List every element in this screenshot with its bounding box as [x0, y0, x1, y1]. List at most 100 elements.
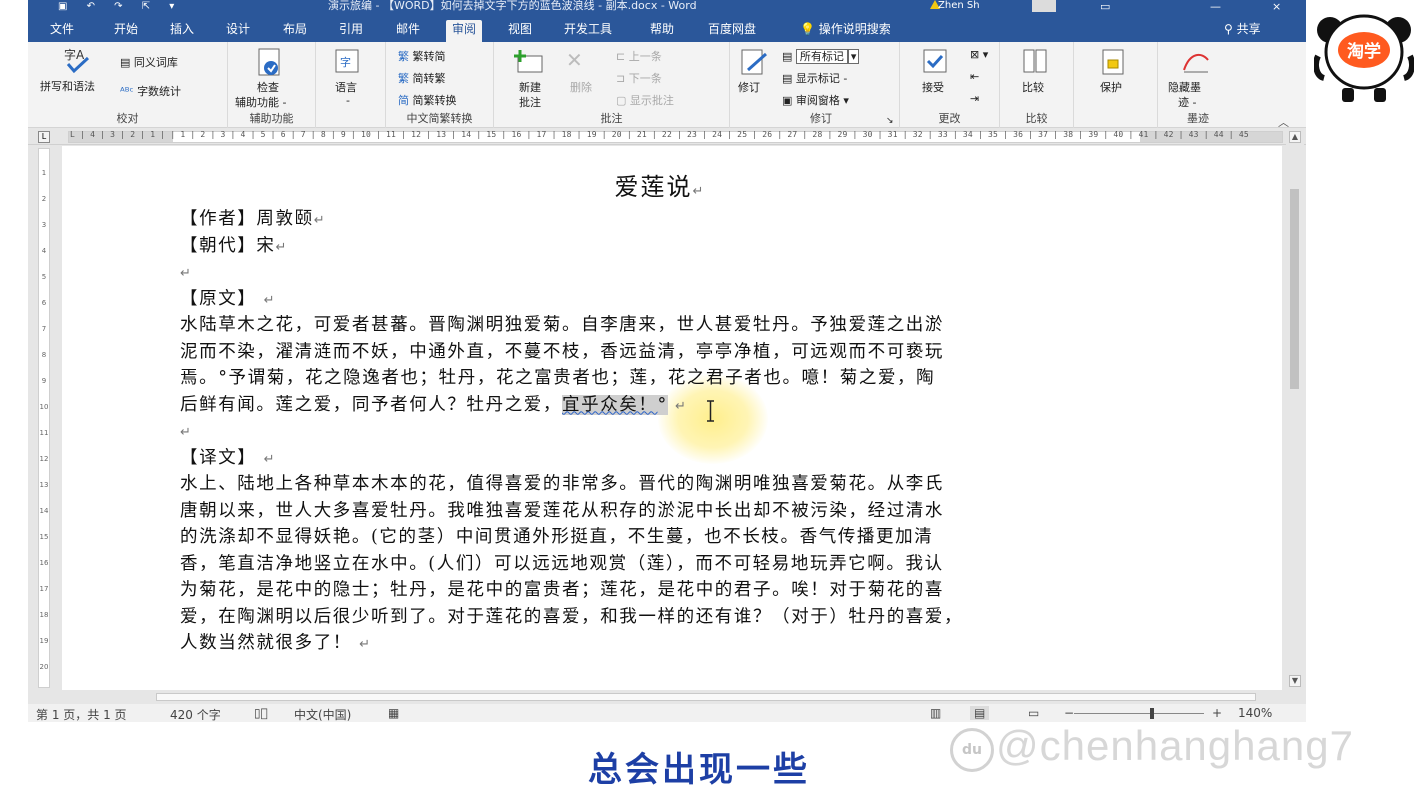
- paragraph-mark: ↵: [263, 292, 277, 308]
- group-language: 字 语言 -: [316, 42, 386, 128]
- collapse-ribbon-icon[interactable]: ︿: [1278, 114, 1289, 130]
- markup-select[interactable]: ▤ 所有标记 ▾: [782, 48, 860, 64]
- zoom-slider[interactable]: [1074, 713, 1204, 714]
- web-layout-icon[interactable]: ▭: [1028, 706, 1039, 720]
- chevron-down-icon: ▾: [847, 49, 860, 64]
- group-ink: 隐藏墨 迹 - 墨迹: [1158, 42, 1238, 128]
- next-change-icon[interactable]: ⇥: [970, 92, 979, 105]
- zoom-slider-knob[interactable]: [1150, 708, 1154, 719]
- read-mode-icon[interactable]: ▥: [930, 706, 941, 720]
- previous-comment-button[interactable]: ⊏ 上一条: [616, 48, 662, 64]
- group-changes: 接受 ⊠ ▾ ⇤ ⇥ 更改: [900, 42, 1000, 128]
- simp-to-trad-button[interactable]: 繁 简转繁: [398, 70, 446, 86]
- translation-heading: 【译文】 ↵: [180, 447, 277, 468]
- tab-review[interactable]: 审阅: [446, 20, 483, 42]
- macro-record-icon[interactable]: ▦: [388, 706, 399, 720]
- tab-layout[interactable]: 布局: [277, 20, 313, 42]
- scroll-up-icon[interactable]: ▲: [1289, 131, 1301, 143]
- mascot-label: 淘学: [1347, 41, 1381, 62]
- reviewing-pane-button[interactable]: ▣ 审阅窗格 ▾: [782, 92, 849, 108]
- ribbon-display-icon[interactable]: ▭: [1100, 0, 1110, 13]
- document-body[interactable]: 爱莲说↵ 【作者】周敦颐↵ 【朝代】宋↵ ↵ 【原文】 ↵ 水陆草木之花，可爱者…: [180, 168, 1140, 657]
- print-layout-icon[interactable]: ▤: [970, 706, 990, 720]
- trad-simp-icon: 繁: [398, 50, 409, 63]
- h-scroll-thumb[interactable]: [156, 693, 1256, 701]
- hide-ink-button[interactable]: 隐藏墨: [1168, 79, 1201, 95]
- tab-home[interactable]: 开始: [108, 20, 144, 42]
- accept-button[interactable]: 接受: [922, 79, 944, 95]
- dialog-launcher-icon[interactable]: ↘: [886, 116, 894, 126]
- word-count-button[interactable]: ᴬᴮᶜ 字数统计: [120, 83, 181, 99]
- previous-icon: ⊏: [616, 50, 626, 63]
- previous-change-icon[interactable]: ⇤: [970, 70, 979, 83]
- group-chinese-conversion: 繁 繁转简 繁 简转繁 简 简繁转换 中文简繁转换: [386, 42, 494, 128]
- vertical-scrollbar[interactable]: ▲ ▼: [1286, 129, 1304, 689]
- tab-help[interactable]: 帮助: [644, 20, 680, 42]
- tab-selector-icon[interactable]: L: [38, 131, 50, 143]
- show-markup-button[interactable]: ▤ 显示标记 -: [782, 70, 847, 86]
- trad-to-simp-button[interactable]: 繁 繁转简: [398, 48, 446, 64]
- window-title: 演示旅编 - 【WORD】如何去掉文字下方的蓝色波浪线 - 副本.docx - …: [328, 0, 697, 12]
- horizontal-ruler[interactable]: L L | 4 | 3 | 2 | 1 | | 1 | 2 | 3 | 4 | …: [28, 129, 1306, 145]
- track-changes-button[interactable]: 修订: [738, 79, 760, 95]
- reviewing-pane-icon: ▣: [782, 94, 793, 107]
- compare-button[interactable]: 比较: [1022, 79, 1044, 95]
- group-label-changes: 更改: [938, 112, 961, 125]
- word-count[interactable]: 420 个字: [170, 706, 221, 722]
- watermark-logo-icon: du: [950, 728, 994, 772]
- zoom-in-icon[interactable]: +: [1212, 706, 1222, 720]
- original-line: 焉。°予谓菊，花之隐逸者也；牡丹，花之富贵者也；莲，花之君子者也。噫！菊之爱，陶: [180, 368, 936, 388]
- minimize-button[interactable]: —: [1210, 0, 1221, 13]
- tab-insert[interactable]: 插入: [164, 20, 200, 42]
- selected-text[interactable]: 宜乎众矣！: [562, 394, 658, 415]
- delete-comment-button[interactable]: 删除: [570, 79, 592, 95]
- language-status[interactable]: 中文(中国): [294, 706, 351, 722]
- new-comment-label: 批注: [519, 96, 541, 109]
- next-comment-button[interactable]: ⊐ 下一条: [616, 70, 662, 86]
- spell-grammar-button[interactable]: 拼写和语法: [40, 78, 95, 94]
- tab-developer[interactable]: 开发工具: [558, 20, 618, 42]
- horizontal-scrollbar[interactable]: [28, 690, 1286, 704]
- word-window: ▣ ↶ ↷ ⇱ ▾ 演示旅编 - 【WORD】如何去掉文字下方的蓝色波浪线 - …: [28, 0, 1306, 722]
- accessibility-dropdown[interactable]: 辅助功能 -: [235, 94, 286, 110]
- scroll-down-icon[interactable]: ▼: [1289, 675, 1301, 687]
- thesaurus-button[interactable]: ▤ 同义词库: [120, 54, 178, 70]
- language-dropdown[interactable]: -: [346, 94, 350, 107]
- tab-file[interactable]: 文件: [44, 20, 80, 42]
- scroll-thumb[interactable]: [1290, 189, 1299, 389]
- tab-baidu[interactable]: 百度网盘: [702, 20, 762, 42]
- document-page[interactable]: 爱莲说↵ 【作者】周敦颐↵ 【朝代】宋↵ ↵ 【原文】 ↵ 水陆草木之花，可爱者…: [62, 146, 1282, 690]
- zoom-level[interactable]: 140%: [1238, 706, 1272, 720]
- word-count-icon: ᴬᴮᶜ: [120, 85, 134, 98]
- group-label-ink: 墨迹: [1187, 112, 1209, 125]
- group-tracking: 修订 ▤ 所有标记 ▾ ▤ 显示标记 - ▣ 审阅窗格 ▾ 修订 ↘: [730, 42, 900, 128]
- group-proofing: 字A 拼写和语法 ▤ 同义词库 ᴬᴮᶜ 字数统计 校对: [28, 42, 228, 128]
- tab-design[interactable]: 设计: [220, 20, 256, 42]
- author-line: 【作者】周敦颐↵: [180, 209, 327, 229]
- show-comments-button[interactable]: ▢ 显示批注: [616, 92, 674, 108]
- protect-button[interactable]: 保护: [1100, 79, 1122, 95]
- simp-trad-icon: 繁: [398, 72, 409, 85]
- proofing-status-icon[interactable]: ▯⃞: [254, 706, 268, 720]
- share-button[interactable]: ⚲ 共享: [1224, 20, 1261, 38]
- tell-me-search[interactable]: 💡 操作说明搜索: [800, 20, 891, 38]
- tab-view[interactable]: 视图: [502, 20, 538, 42]
- language-button[interactable]: 语言: [335, 79, 357, 95]
- avatar[interactable]: [1032, 0, 1056, 12]
- conversion-button[interactable]: 简 简繁转换: [398, 92, 457, 108]
- close-button[interactable]: ×: [1272, 0, 1281, 13]
- quick-access-toolbar[interactable]: ▣ ↶ ↷ ⇱ ▾: [58, 1, 182, 12]
- vertical-ruler[interactable]: 1 2 3 4 5 6 7 8 9 10 11 12 13 14 15 16 17 18 19 20: [38, 148, 50, 688]
- page-count[interactable]: 第 1 页，共 1 页: [36, 706, 127, 722]
- tab-mailings[interactable]: 邮件: [390, 20, 426, 42]
- user-name[interactable]: Zhen Sh: [938, 0, 980, 11]
- reject-icon[interactable]: ⊠ ▾: [970, 48, 988, 61]
- check-button[interactable]: 检查: [257, 79, 279, 95]
- video-caption: 总会出现一些: [588, 750, 810, 790]
- text-cursor-icon: [707, 400, 714, 422]
- tab-references[interactable]: 引用: [333, 20, 369, 42]
- hide-ink-label: 迹 -: [1178, 96, 1197, 109]
- new-comment-button[interactable]: 新建: [519, 79, 541, 95]
- zoom-out-icon[interactable]: −: [1064, 706, 1074, 720]
- paragraph-mark: ↵: [692, 184, 706, 199]
